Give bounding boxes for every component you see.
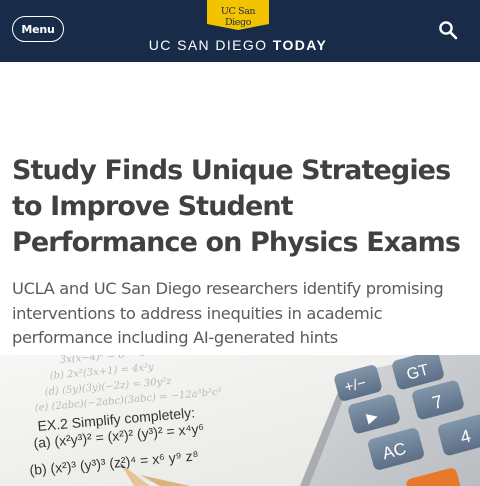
article-subtitle: UCLA and UC San Diego researchers identi… (12, 279, 444, 347)
article-content: Study Finds Unique Strategies to Improve… (0, 62, 480, 351)
hero-illustration: 3x(x−4)² = 8 − 1x² (b) 2x²(3x+1) = 4x²y … (0, 355, 480, 486)
search-icon (439, 21, 458, 40)
site-header: Menu UC San Diego UC SAN DIEGO TODAY (0, 0, 480, 62)
hero-image: 3x(x−4)² = 8 − 1x² (b) 2x²(3x+1) = 4x²y … (0, 355, 480, 486)
article-title: Study Finds Unique Strategies to Improve… (12, 155, 461, 258)
logo-text: UC San Diego (220, 6, 256, 28)
site-title-regular: UC SAN DIEGO (148, 37, 273, 53)
ucsd-logo[interactable]: UC San Diego (207, 0, 269, 30)
site-title[interactable]: UC SAN DIEGO TODAY (0, 37, 476, 53)
search-button[interactable] (438, 20, 458, 40)
site-title-bold: TODAY (272, 37, 328, 53)
